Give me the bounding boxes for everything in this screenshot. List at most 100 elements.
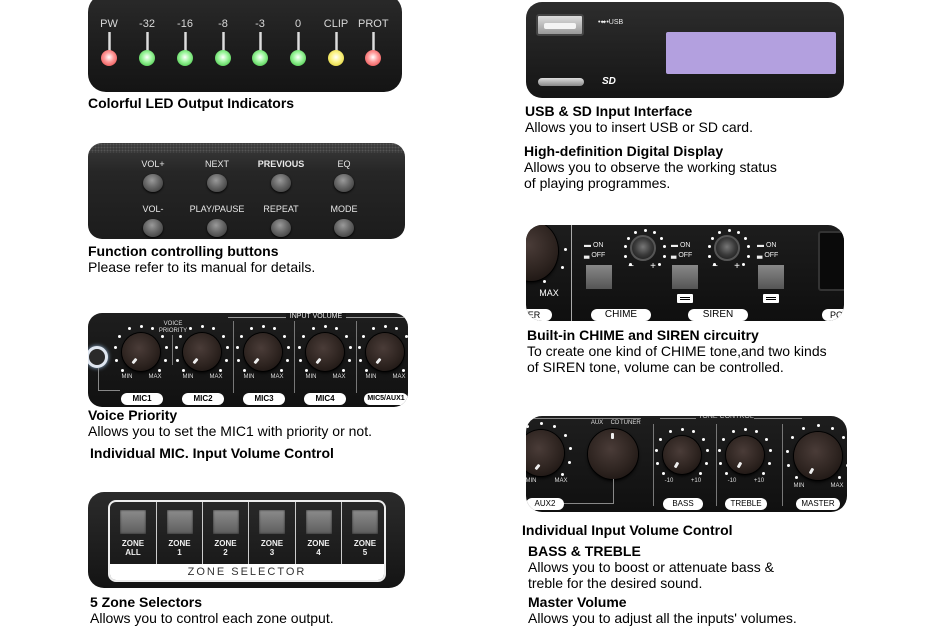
tick-dot: [663, 245, 667, 249]
led-label: -8: [218, 18, 228, 30]
tick-dot: [221, 335, 225, 339]
zone-label: ZONE: [353, 539, 377, 548]
tick-dot: [261, 324, 265, 328]
tick-dot: [654, 449, 658, 453]
zone-label: 4: [316, 548, 321, 557]
tick-dot: [539, 421, 543, 425]
treble-knob[interactable]: [726, 436, 764, 474]
tick-dot: [273, 327, 277, 331]
selector-cd-label: CD: [610, 420, 620, 426]
tick-dot: [404, 335, 408, 339]
plus-label: +: [734, 261, 740, 272]
tick-dot: [175, 358, 179, 362]
tick-dot: [787, 464, 791, 468]
zone-label: 5: [362, 548, 368, 557]
max-label: MAX: [332, 374, 346, 380]
function-button-panel: VOL+ NEXT PREVIOUS EQ VOL- PLAY/PAUSE RE…: [88, 143, 405, 239]
tick-dot: [395, 327, 399, 331]
tick-dot: [357, 346, 361, 350]
tick-dot: [838, 476, 842, 480]
divider: [782, 424, 783, 506]
tick-dot: [305, 368, 309, 372]
mic4-volume-knob[interactable]: [306, 333, 344, 371]
tick-dot: [249, 327, 253, 331]
chime-label: CHIME: [591, 309, 651, 321]
button-label: EQ: [337, 159, 351, 169]
tick-dot: [718, 230, 722, 234]
zone-4-button[interactable]: ZONE 4: [296, 502, 342, 566]
tick-dot: [741, 262, 745, 266]
mic3-volume-knob[interactable]: [244, 333, 282, 371]
siren-2-switch[interactable]: [758, 265, 784, 289]
tick-dot: [365, 368, 369, 372]
tick-dot: [240, 335, 244, 339]
tick-dot: [718, 461, 722, 465]
voice-priority-jack-icon[interactable]: [88, 346, 108, 368]
chime-volume-knob[interactable]: [630, 235, 656, 261]
max-label: MAX: [392, 374, 406, 380]
master-volume-knob[interactable]: [794, 432, 842, 480]
eq-button[interactable]: EQ: [304, 159, 384, 192]
partial-knob[interactable]: [526, 225, 558, 281]
zone-3-button[interactable]: ZONE 3: [249, 502, 296, 566]
led-bulb-icon: [365, 50, 381, 66]
zone-selector-footer: ZONE SELECTOR: [110, 564, 384, 580]
tick-dot: [707, 245, 711, 249]
max-label: MAX: [270, 374, 284, 380]
tick-dot: [297, 346, 301, 350]
siren-1-switch[interactable]: [672, 265, 698, 289]
sd-slot-icon[interactable]: [538, 78, 584, 86]
mic1-label: MIC1: [121, 393, 163, 405]
usb-port-icon[interactable]: [536, 14, 584, 36]
tick-dot: [701, 438, 705, 442]
led-bulb-icon: [328, 50, 344, 66]
bass-knob[interactable]: [663, 436, 701, 474]
mic3-label: MIC3: [243, 393, 285, 405]
siren-volume-knob[interactable]: [714, 235, 740, 261]
zone-label: ZONE: [260, 539, 284, 548]
tick-dot: [755, 430, 759, 434]
min-label: MIN: [305, 374, 317, 380]
power-switch[interactable]: [818, 231, 844, 291]
chime-switch[interactable]: [586, 265, 612, 289]
function-section-text: Please refer to its manual for details.: [88, 259, 316, 275]
mode-button[interactable]: MODE: [304, 204, 384, 237]
connector-line: [98, 368, 99, 390]
led-bulb-icon: [101, 50, 117, 66]
input-selector-knob[interactable]: [588, 429, 638, 479]
tick-dot: [743, 236, 747, 240]
tick-dot: [717, 449, 721, 453]
mic2-volume-knob[interactable]: [183, 333, 221, 371]
tick-dot: [218, 368, 222, 372]
left-cut-label: ER: [526, 309, 552, 321]
tick-dot: [662, 471, 666, 475]
usb-label: •⬌•USB: [598, 19, 624, 26]
mic1-volume-knob[interactable]: [122, 333, 160, 371]
selector-aux-label: AUX: [590, 420, 604, 426]
led-zero: 0: [283, 18, 313, 66]
tick-dot: [563, 433, 567, 437]
display-section-text-2: of playing programmes.: [524, 175, 671, 191]
tone-section-title: Individual Input Volume Control: [522, 522, 733, 538]
led-minus3: -3: [245, 18, 275, 66]
min-label: MIN: [365, 374, 377, 380]
siren-steady-icon: [763, 294, 779, 303]
bass-label: BASS: [663, 498, 703, 510]
digital-display: [666, 32, 836, 74]
zone-5-button[interactable]: ZONE 5: [342, 502, 384, 566]
divider: [571, 225, 572, 321]
zone-label: 3: [269, 548, 275, 557]
tick-dot: [157, 368, 161, 372]
mic5-aux1-volume-knob[interactable]: [366, 333, 404, 371]
usb-section-title: USB & SD Input Interface: [525, 103, 693, 119]
tick-dot: [680, 427, 684, 431]
led-label: PROT: [358, 18, 389, 30]
zone-2-button[interactable]: ZONE 2: [203, 502, 249, 566]
zone-all-button[interactable]: ZONE ALL: [110, 502, 157, 566]
tick-dot: [727, 228, 731, 232]
zone-1-button[interactable]: ZONE 1: [157, 502, 203, 566]
tick-dot: [160, 335, 164, 339]
tick-dot: [845, 464, 847, 468]
aux2-volume-knob[interactable]: [526, 430, 564, 476]
led-label: -3: [255, 18, 265, 30]
